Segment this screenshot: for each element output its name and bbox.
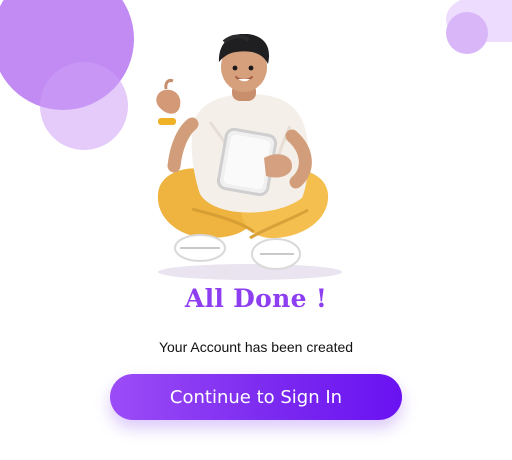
success-illustration — [140, 34, 360, 284]
continue-to-sign-in-button[interactable]: Continue to Sign In — [110, 374, 402, 420]
person-with-tablet-illustration-icon — [156, 34, 342, 280]
success-message: Your Account has been created — [158, 339, 354, 355]
decorative-blob-top-right-small — [446, 12, 488, 54]
decorative-blob-top-left-small — [40, 62, 128, 150]
page-title: All Done ! — [184, 284, 328, 313]
